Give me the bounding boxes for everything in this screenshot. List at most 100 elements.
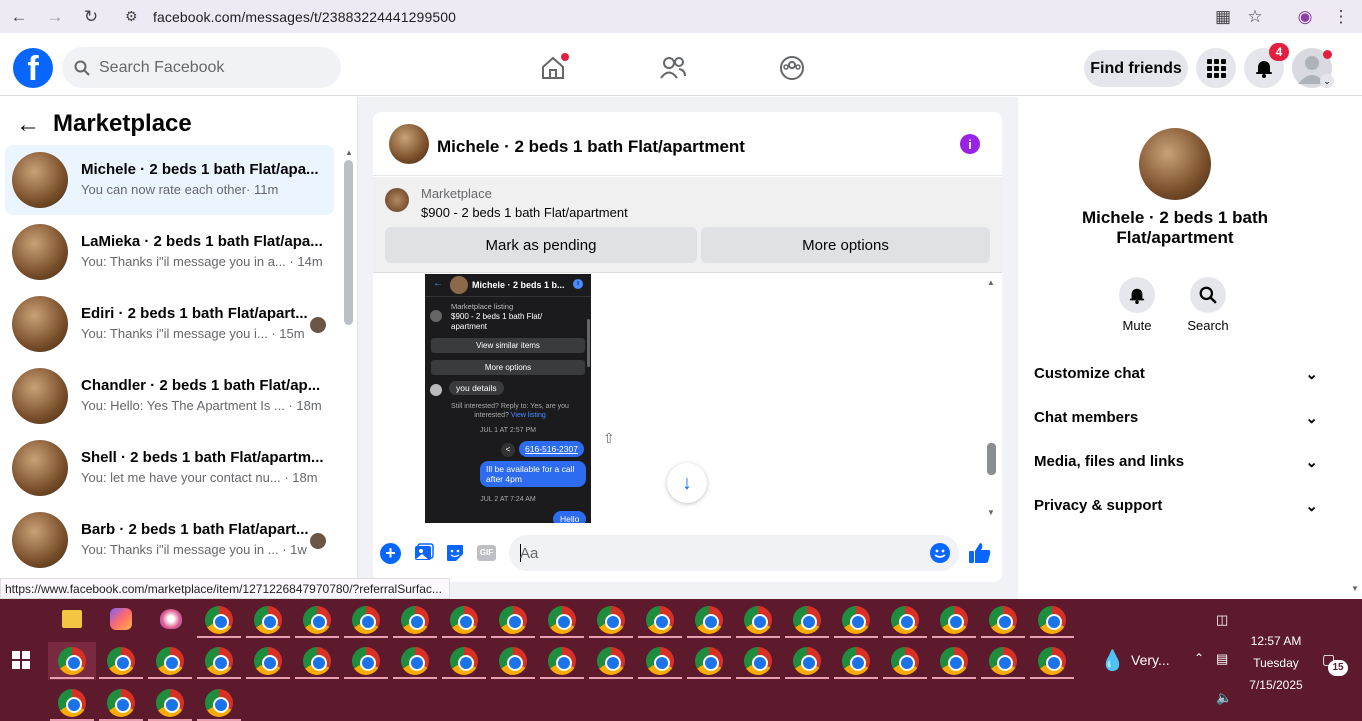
- device-icon[interactable]: ◫: [1216, 612, 1228, 628]
- chrome-taskbar-icon[interactable]: [499, 606, 527, 634]
- menu-icon[interactable]: ⋮: [1328, 4, 1354, 30]
- sticker-icon[interactable]: [445, 543, 465, 568]
- chrome-taskbar-icon[interactable]: [254, 606, 282, 634]
- scroll-up-icon[interactable]: ▲: [987, 278, 995, 287]
- groups-icon[interactable]: [776, 52, 808, 84]
- reload-icon[interactable]: ↻: [78, 4, 104, 30]
- chrome-taskbar-icon[interactable]: [205, 689, 233, 717]
- like-thumb-icon[interactable]: [968, 541, 992, 570]
- paint-icon[interactable]: [160, 609, 182, 629]
- chrome-taskbar-icon[interactable]: [695, 647, 723, 675]
- customize-chat-section[interactable]: Customize chat ⌄: [1034, 365, 1318, 383]
- chrome-taskbar-icon[interactable]: [156, 689, 184, 717]
- photo-icon[interactable]: [414, 543, 434, 568]
- info-icon[interactable]: i: [960, 134, 980, 154]
- scroll-down-icon[interactable]: ▼: [1351, 584, 1359, 593]
- chrome-taskbar-icon[interactable]: [205, 606, 233, 634]
- share-icon[interactable]: ⇧: [603, 430, 615, 447]
- chrome-taskbar-icon[interactable]: [303, 647, 331, 675]
- chrome-taskbar-icon[interactable]: [891, 606, 919, 634]
- bookmark-star-icon[interactable]: ☆: [1242, 4, 1268, 30]
- left-scrollbar[interactable]: [344, 160, 353, 325]
- chat-avatar[interactable]: [389, 124, 429, 164]
- back-icon[interactable]: ←: [6, 4, 32, 30]
- chrome-taskbar-icon[interactable]: [646, 647, 674, 675]
- chrome-taskbar-icon[interactable]: [352, 647, 380, 675]
- listing-title[interactable]: $900 - 2 beds 1 bath Flat/apartment: [421, 205, 628, 220]
- menu-grid-icon[interactable]: [1196, 48, 1236, 88]
- chat-members-section[interactable]: Chat members ⌄: [1034, 409, 1318, 427]
- chrome-taskbar-icon[interactable]: [499, 647, 527, 675]
- conversation-item[interactable]: Michele · 2 beds 1 bath Flat/apa... You …: [5, 145, 334, 215]
- chrome-taskbar-icon[interactable]: [597, 606, 625, 634]
- mark-pending-button[interactable]: Mark as pending: [385, 227, 697, 263]
- chrome-taskbar-icon[interactable]: [401, 647, 429, 675]
- home-icon[interactable]: [537, 52, 569, 84]
- scroll-up-icon[interactable]: ▲: [345, 148, 353, 157]
- account-avatar[interactable]: ⌄: [1292, 48, 1334, 88]
- chat-title[interactable]: Michele · 2 beds 1 bath Flat/apartment: [437, 137, 745, 157]
- chrome-taskbar-icon[interactable]: [58, 689, 86, 717]
- conversation-item[interactable]: Ediri · 2 beds 1 bath Flat/apart... You:…: [5, 289, 334, 359]
- chrome-taskbar-icon[interactable]: [842, 606, 870, 634]
- network-icon[interactable]: ▤: [1216, 651, 1228, 667]
- find-friends-button[interactable]: Find friends: [1084, 50, 1188, 87]
- chrome-taskbar-icon[interactable]: [940, 606, 968, 634]
- message-input[interactable]: [509, 535, 959, 571]
- emoji-icon[interactable]: [930, 543, 950, 563]
- conversation-item[interactable]: Shell · 2 beds 1 bath Flat/apartm... You…: [5, 433, 334, 503]
- chrome-taskbar-icon[interactable]: [793, 606, 821, 634]
- profile-icon[interactable]: ◉: [1292, 4, 1318, 30]
- search-chat-button[interactable]: [1190, 277, 1226, 313]
- volume-icon[interactable]: 🔈: [1216, 690, 1232, 706]
- chrome-taskbar-icon[interactable]: [646, 606, 674, 634]
- chrome-taskbar-icon[interactable]: [940, 647, 968, 675]
- chrome-taskbar-icon[interactable]: [989, 647, 1017, 675]
- file-explorer-icon[interactable]: [62, 610, 82, 628]
- conversation-item[interactable]: LaMieka · 2 beds 1 bath Flat/apa... You:…: [5, 217, 334, 287]
- chrome-taskbar-icon[interactable]: [744, 606, 772, 634]
- chrome-taskbar-icon[interactable]: [548, 606, 576, 634]
- weather-text[interactable]: Very...: [1131, 652, 1170, 668]
- mute-button[interactable]: [1119, 277, 1155, 313]
- chrome-taskbar-icon[interactable]: [254, 647, 282, 675]
- install-icon[interactable]: ▦: [1210, 4, 1236, 30]
- weather-drop-icon[interactable]: 💧: [1100, 648, 1125, 673]
- chrome-taskbar-icon[interactable]: [450, 647, 478, 675]
- conversation-item[interactable]: Chandler · 2 beds 1 bath Flat/ap... You:…: [5, 361, 334, 431]
- chrome-taskbar-icon[interactable]: [401, 606, 429, 634]
- search-input[interactable]: Search Facebook: [62, 47, 341, 88]
- chrome-taskbar-icon[interactable]: [1038, 606, 1066, 634]
- scroll-down-icon[interactable]: ▼: [987, 508, 995, 517]
- friends-icon[interactable]: [657, 52, 689, 84]
- chrome-taskbar-icon[interactable]: [695, 606, 723, 634]
- chrome-taskbar-icon[interactable]: [891, 647, 919, 675]
- facebook-logo[interactable]: f: [13, 48, 53, 88]
- back-arrow-icon[interactable]: ←: [16, 111, 40, 139]
- chrome-taskbar-icon[interactable]: [1038, 647, 1066, 675]
- shared-screenshot-image[interactable]: ← Michele · 2 beds 1 b... i Marketplace …: [425, 274, 591, 523]
- site-info-icon[interactable]: ⚙: [125, 8, 138, 25]
- media-files-section[interactable]: Media, files and links ⌄: [1034, 453, 1318, 471]
- chrome-taskbar-icon[interactable]: [793, 647, 821, 675]
- chrome-taskbar-icon[interactable]: [548, 647, 576, 675]
- privacy-support-section[interactable]: Privacy & support ⌄: [1034, 497, 1318, 515]
- chrome-taskbar-icon[interactable]: [205, 647, 233, 675]
- chat-scrollbar[interactable]: [987, 443, 996, 475]
- gif-icon[interactable]: GIF: [477, 545, 496, 561]
- chrome-taskbar-icon[interactable]: [352, 606, 380, 634]
- chrome-taskbar-icon[interactable]: [303, 606, 331, 634]
- chrome-taskbar-icon[interactable]: [156, 647, 184, 675]
- more-options-button[interactable]: More options: [701, 227, 990, 263]
- plus-icon[interactable]: +: [380, 543, 401, 564]
- chrome-taskbar-icon[interactable]: [597, 647, 625, 675]
- chrome-taskbar-icon[interactable]: [107, 647, 135, 675]
- windows-start-icon[interactable]: [12, 651, 30, 674]
- profile-avatar[interactable]: [1139, 128, 1211, 200]
- chrome-taskbar-icon[interactable]: [450, 606, 478, 634]
- listing-thumbnail[interactable]: [385, 188, 409, 212]
- chrome-taskbar-icon[interactable]: [989, 606, 1017, 634]
- forward-icon[interactable]: →: [42, 4, 68, 30]
- chrome-taskbar-icon[interactable]: [744, 647, 772, 675]
- conversation-item[interactable]: Barb · 2 beds 1 bath Flat/apart... You: …: [5, 505, 334, 575]
